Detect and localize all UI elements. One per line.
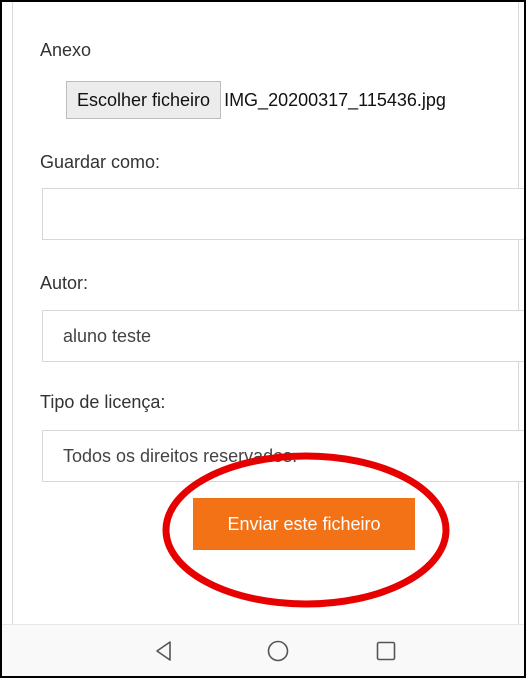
license-label: Tipo de licença:: [40, 392, 166, 412]
author-label: Autor:: [40, 273, 89, 293]
back-triangle-icon[interactable]: [152, 639, 176, 663]
choose-file-button[interactable]: Escolher ficheiro: [66, 81, 222, 119]
home-circle-icon[interactable]: [266, 639, 290, 663]
file-picker: Escolher ficheiro IMG_20200317_115436.jp…: [66, 80, 446, 120]
attachment-label: Anexo: [40, 40, 92, 60]
android-nav-bar: [2, 624, 524, 676]
author-input[interactable]: aluno teste: [42, 310, 524, 362]
license-select[interactable]: Todos os direitos reservados.: [42, 430, 524, 482]
save-as-input[interactable]: [42, 188, 524, 240]
selected-file-name: IMG_20200317_115436.jpg: [224, 89, 446, 110]
screen-frame: Anexo Escolher ficheiro IMG_20200317_115…: [0, 0, 526, 678]
submit-file-button[interactable]: Enviar este ficheiro: [193, 498, 415, 550]
save-as-label: Guardar como:: [40, 152, 161, 172]
recents-square-icon[interactable]: [374, 639, 398, 663]
panel-left-border: [12, 2, 13, 624]
